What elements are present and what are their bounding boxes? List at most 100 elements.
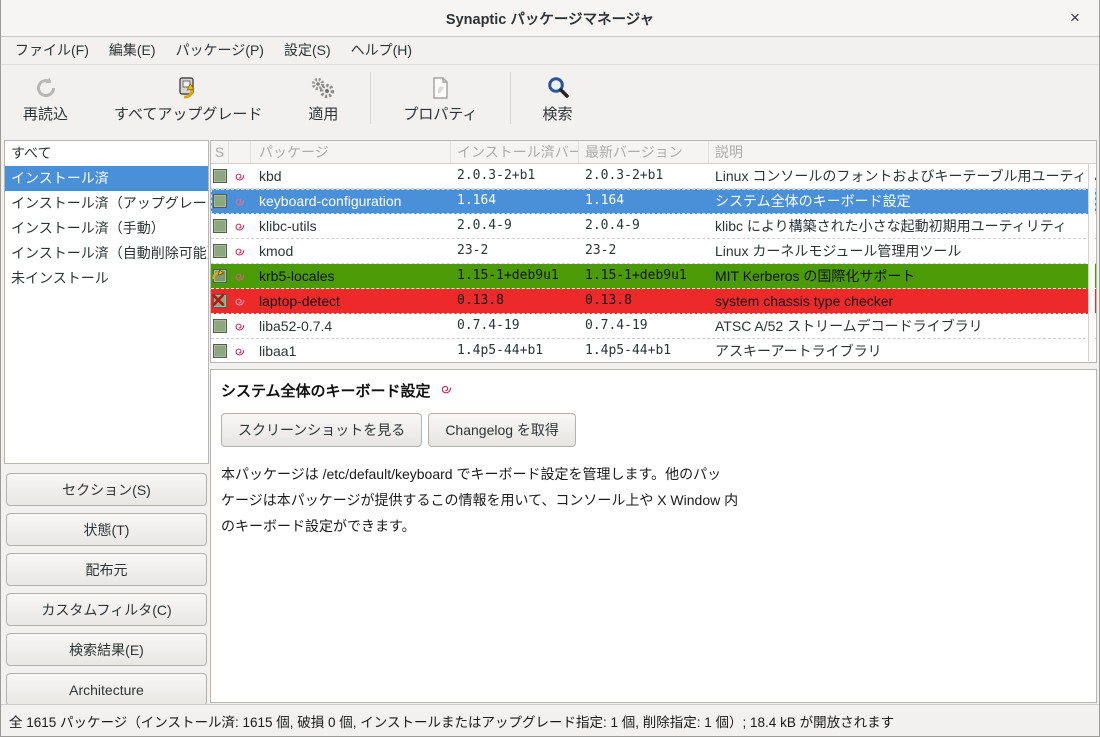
table-row-marked-remove[interactable]: laptop-detect 0.13.8 0.13.8 system chass…: [211, 289, 1096, 314]
latest-version: 1.15-1+deb9u1: [579, 264, 709, 288]
installed-version: 0.13.8: [451, 289, 579, 313]
details-description: 本パッケージは /etc/default/keyboard でキーボード設定を管…: [211, 447, 1096, 539]
package-description: MIT Kerberos の国際化サポート: [709, 264, 1096, 288]
installed-checkbox-icon: [213, 169, 227, 183]
origin-button[interactable]: 配布元: [6, 553, 207, 586]
installed-version: 23-2: [451, 239, 579, 263]
toolbar: 再読込 すべてアップグレード 適用 プロパティ 検索: [1, 65, 1099, 131]
statusbar-text: 全 1615 パッケージ（インストール済: 1615 個, 破損 0 個, イン…: [9, 711, 894, 731]
column-header-installed-version[interactable]: インストール済バージョン: [451, 141, 579, 163]
debian-swirl-icon: [439, 381, 453, 401]
latest-version: 23-2: [579, 239, 709, 263]
window-title: Synaptic パッケージマネージャ: [446, 8, 654, 29]
properties-label: プロパティ: [403, 103, 477, 124]
upgrade-all-icon: [175, 73, 201, 101]
package-description: Linux カーネルモジュール管理用ツール: [709, 239, 1096, 263]
package-description: klibc により構築された小さな起動初期用ユーティリティ: [709, 214, 1096, 238]
sections-button[interactable]: セクション(S): [6, 473, 207, 506]
custom-filters-button[interactable]: カスタムフィルタ(C): [6, 593, 207, 626]
latest-version: 1.164: [579, 189, 709, 213]
column-header-description[interactable]: 説明: [709, 141, 1096, 163]
filter-item-all[interactable]: すべて: [5, 141, 208, 166]
status-button[interactable]: 状態(T): [6, 513, 207, 546]
reload-label: 再読込: [23, 103, 68, 124]
apply-label: 適用: [308, 103, 338, 124]
table-row[interactable]: kmod 23-2 23-2 Linux カーネルモジュール管理用ツール: [211, 239, 1096, 264]
status-cell: [211, 214, 229, 238]
column-header-latest-version[interactable]: 最新バージョン: [579, 141, 709, 163]
upgrade-all-label: すべてアップグレード: [114, 103, 262, 124]
latest-version: 0.7.4-19: [579, 314, 709, 338]
statusbar: 全 1615 パッケージ（インストール済: 1615 個, 破損 0 個, イン…: [1, 704, 1099, 736]
search-button[interactable]: 検索: [537, 69, 579, 128]
details-description-line: のキーボード設定ができます。: [221, 513, 1096, 539]
view-screenshot-button[interactable]: スクリーンショットを見る: [221, 413, 422, 447]
status-cell: [211, 314, 229, 338]
reload-button[interactable]: 再読込: [17, 69, 74, 128]
latest-version: 2.0.4-9: [579, 214, 709, 238]
column-header-package[interactable]: パッケージ: [251, 141, 451, 163]
installed-checkbox-icon: [213, 219, 227, 233]
latest-version: 2.0.3-2+b1: [579, 164, 709, 188]
filter-item-installed-autoremovable[interactable]: インストール済（自動削除可能）: [5, 241, 208, 266]
search-icon: [545, 73, 571, 101]
package-description: Linux コンソールのフォントおよびキーテーブル用ユーティリティ: [709, 164, 1096, 188]
column-header-icon[interactable]: [229, 141, 251, 163]
upgrade-all-button[interactable]: すべてアップグレード: [108, 69, 268, 128]
close-icon[interactable]: ×: [1065, 8, 1085, 28]
debian-swirl-icon: [229, 239, 251, 263]
installed-version: 1.15-1+deb9u1: [451, 264, 579, 288]
table-row-selected[interactable]: keyboard-configuration 1.164 1.164 システム全…: [211, 189, 1096, 214]
package-name: liba52-0.7.4: [251, 314, 451, 338]
installed-checkbox-icon: [213, 344, 227, 358]
toolbar-separator: [510, 72, 511, 124]
menu-help[interactable]: ヘルプ(H): [341, 37, 422, 64]
package-description: アスキーアートライブラリ: [709, 339, 1096, 363]
installed-checkbox-icon: [213, 244, 227, 258]
debian-swirl-icon: [229, 339, 251, 363]
properties-button[interactable]: プロパティ: [397, 69, 483, 128]
menu-edit[interactable]: 編集(E): [99, 37, 166, 64]
package-table: S パッケージ インストール済バージョン 最新バージョン 説明 kbd 2.0.…: [210, 140, 1097, 363]
apply-button[interactable]: 適用: [302, 69, 344, 128]
package-name: kbd: [251, 164, 451, 188]
architecture-button[interactable]: Architecture: [6, 673, 207, 706]
menu-package[interactable]: パッケージ(P): [166, 37, 274, 64]
table-row[interactable]: kbd 2.0.3-2+b1 2.0.3-2+b1 Linux コンソールのフォ…: [211, 164, 1096, 189]
menu-file[interactable]: ファイル(F): [5, 37, 99, 64]
apply-icon: [309, 73, 337, 101]
table-row[interactable]: liba52-0.7.4 0.7.4-19 0.7.4-19 ATSC A/52…: [211, 314, 1096, 339]
table-row-marked-upgrade[interactable]: krb5-locales 1.15-1+deb9u1 1.15-1+deb9u1…: [211, 264, 1096, 289]
titlebar: Synaptic パッケージマネージャ ×: [1, 0, 1099, 37]
installed-version: 2.0.3-2+b1: [451, 164, 579, 188]
table-row[interactable]: klibc-utils 2.0.4-9 2.0.4-9 klibc により構築さ…: [211, 214, 1096, 239]
package-name: krb5-locales: [251, 264, 451, 288]
table-row[interactable]: libaa1 1.4p5-44+b1 1.4p5-44+b1 アスキーアートライ…: [211, 339, 1096, 363]
table-scrollbar[interactable]: [1088, 164, 1095, 361]
search-results-button[interactable]: 検索結果(E): [6, 633, 207, 666]
filter-list: すべて インストール済 インストール済（アップグレード可） インストール済（手動…: [4, 140, 209, 464]
package-name: keyboard-configuration: [251, 189, 451, 213]
column-header-status[interactable]: S: [211, 141, 229, 163]
installed-checkbox-icon: [213, 319, 227, 333]
status-cell: [211, 164, 229, 188]
details-title: システム全体のキーボード設定: [221, 380, 431, 401]
status-cell: [211, 289, 229, 313]
package-name: kmod: [251, 239, 451, 263]
installed-version: 0.7.4-19: [451, 314, 579, 338]
filter-item-installed-manual[interactable]: インストール済（手動）: [5, 216, 208, 241]
filter-item-not-installed[interactable]: 未インストール: [5, 266, 208, 291]
menu-settings[interactable]: 設定(S): [274, 37, 341, 64]
menubar: ファイル(F) 編集(E) パッケージ(P) 設定(S) ヘルプ(H): [1, 37, 1099, 65]
package-description: ATSC A/52 ストリームデコードライブラリ: [709, 314, 1096, 338]
installed-checkbox-icon: [213, 194, 227, 208]
debian-swirl-icon: [229, 164, 251, 188]
filter-item-installed[interactable]: インストール済: [5, 166, 208, 191]
synaptic-window: Synaptic パッケージマネージャ × ファイル(F) 編集(E) パッケー…: [0, 0, 1100, 737]
filter-item-installed-upgradable[interactable]: インストール済（アップグレード可）: [5, 191, 208, 216]
status-cell: [211, 239, 229, 263]
details-description-line: ケージは本パッケージが提供するこの情報を用いて、コンソール上や X Window…: [221, 487, 1096, 513]
get-changelog-button[interactable]: Changelog を取得: [428, 413, 576, 447]
installed-version: 1.4p5-44+b1: [451, 339, 579, 363]
table-header: S パッケージ インストール済バージョン 最新バージョン 説明: [211, 141, 1096, 164]
